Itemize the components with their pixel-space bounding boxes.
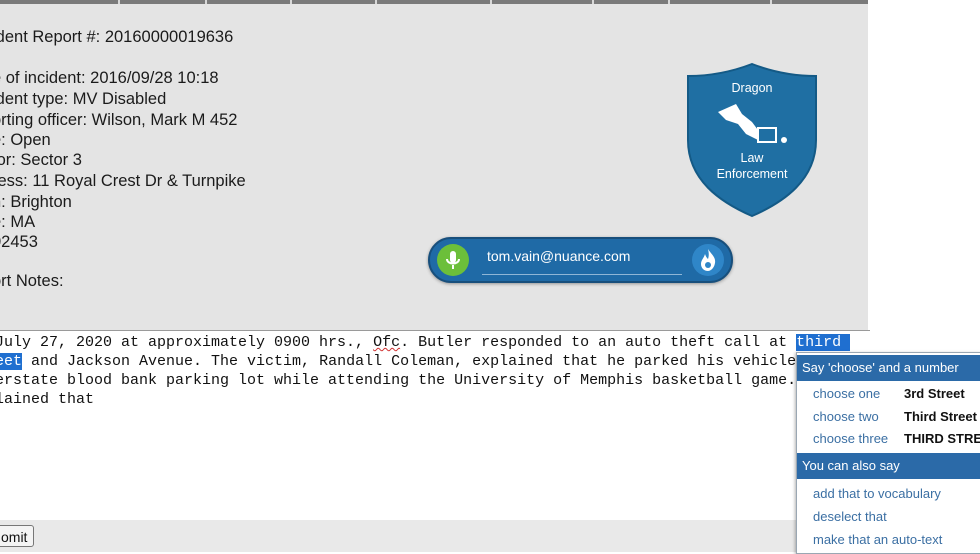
make-auto-text-command[interactable]: make that an auto-text: [813, 532, 942, 547]
choose-two-value[interactable]: Third Street: [904, 409, 977, 424]
dictation-bar[interactable]: tom.vain@nuance.com: [428, 237, 733, 283]
tab-separator: [205, 0, 207, 4]
editor-line-1-mid: . Butler responded to an auto theft call…: [400, 334, 797, 351]
editor-line-3: erstate blood bank parking lot while att…: [0, 372, 797, 389]
also-say-header: You can also say: [797, 453, 980, 479]
tab-strip: [0, 0, 868, 4]
choose-three-value[interactable]: THIRD STREET: [904, 431, 980, 446]
editor-text[interactable]: July 27, 2020 at approximately 0900 hrs.…: [0, 331, 870, 409]
choose-three-command[interactable]: choose three: [813, 431, 888, 446]
tab-separator: [668, 0, 670, 4]
tab-separator: [375, 0, 377, 4]
editor-line-4: lained that: [0, 391, 95, 408]
form-footer: [0, 520, 870, 552]
misspelled-word: Ofc: [373, 334, 401, 351]
tab-separator: [118, 0, 120, 4]
field-state-code: e: MA: [0, 213, 36, 231]
field-date-of-incident: e of incident: 2016/09/28 10:18: [0, 69, 219, 87]
shield-subtitle-2: Enforcement: [716, 167, 788, 181]
field-state: e: Open: [0, 131, 51, 149]
dragon-menu-button[interactable]: [692, 244, 724, 276]
shield-title: Dragon: [731, 81, 773, 95]
choose-two-command[interactable]: choose two: [813, 409, 879, 424]
microphone-icon: [446, 251, 460, 269]
report-form-panel: ident Report #: 20160000019636 e of inci…: [0, 0, 868, 330]
correction-menu-header: Say 'choose' and a number: [797, 355, 980, 381]
field-address: ress: 11 Royal Crest Dr & Turnpike: [0, 172, 246, 190]
shield-subtitle-1: Law: [740, 151, 764, 165]
report-notes-editor[interactable]: July 27, 2020 at approximately 0900 hrs.…: [0, 330, 870, 523]
dictation-user: tom.vain@nuance.com: [487, 248, 631, 264]
choose-one-value[interactable]: 3rd Street: [904, 386, 965, 401]
report-number: ident Report #: 20160000019636: [0, 28, 234, 46]
submit-button[interactable]: omit: [0, 525, 34, 547]
correction-menu: Say 'choose' and a number choose one 3rd…: [796, 352, 980, 554]
selected-text: third: [796, 334, 851, 351]
choose-one-command[interactable]: choose one: [813, 386, 880, 401]
add-to-vocabulary-command[interactable]: add that to vocabulary: [813, 486, 941, 501]
tab-separator: [592, 0, 594, 4]
dictation-level-line: [482, 274, 682, 275]
selected-text: eet: [0, 353, 23, 370]
dragon-law-enforcement-logo: Dragon Law Enforcement: [686, 62, 818, 218]
editor-line-1: July 27, 2020 at approximately 0900 hrs.…: [0, 334, 374, 351]
tab-separator: [490, 0, 492, 4]
tab-separator: [770, 0, 772, 4]
microphone-button[interactable]: [437, 244, 469, 276]
field-reporting-officer: orting officer: Wilson, Mark M 452: [0, 111, 238, 129]
field-zip: 02453: [0, 233, 38, 251]
field-town: n: Brighton: [0, 193, 72, 211]
deselect-command[interactable]: deselect that: [813, 509, 887, 524]
editor-line-2: and Jackson Avenue. The victim, Randall …: [22, 353, 797, 370]
field-incident-type: ident type: MV Disabled: [0, 90, 167, 108]
dragon-flame-icon: [701, 249, 716, 271]
report-notes-label: ort Notes:: [0, 272, 64, 290]
field-sector: tor: Sector 3: [0, 151, 82, 169]
tab-separator: [290, 0, 292, 4]
